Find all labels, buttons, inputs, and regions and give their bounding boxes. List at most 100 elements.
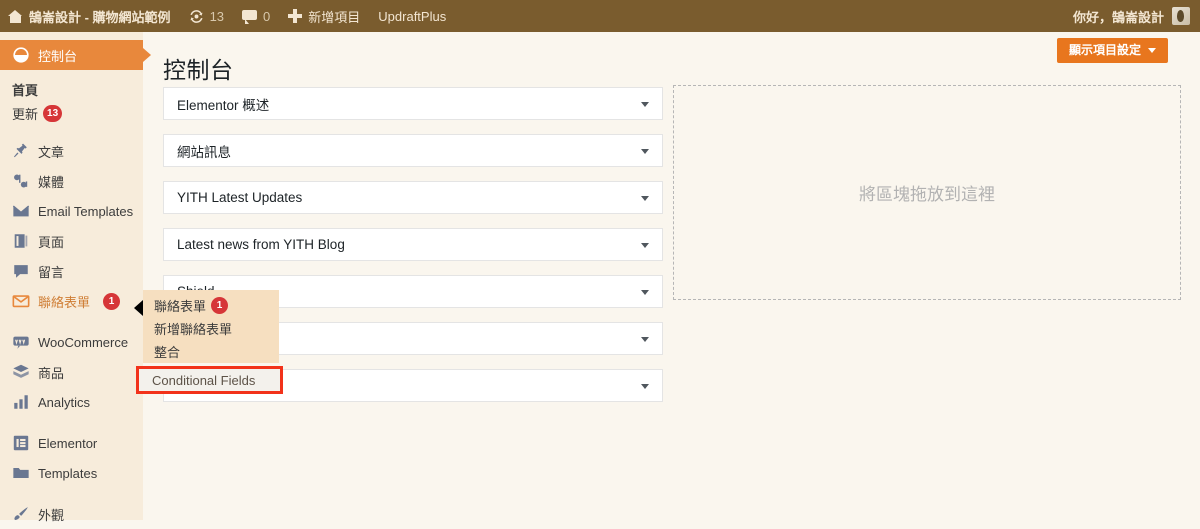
avatar bbox=[1172, 7, 1190, 25]
sidebar-item-comments[interactable]: 留言 bbox=[0, 256, 143, 286]
sidebar-item-woocommerce[interactable]: WooCommerce bbox=[0, 327, 143, 357]
sidebar-item-label: 外觀 bbox=[38, 507, 65, 523]
chevron-down-icon[interactable] bbox=[641, 243, 649, 248]
submenu-item-label: 新增聯絡表單 bbox=[154, 322, 233, 337]
sidebar-subitem-home[interactable]: 首頁 bbox=[0, 77, 143, 101]
submenu-badge: 1 bbox=[211, 297, 229, 314]
chevron-down-icon bbox=[1148, 47, 1156, 53]
sidebar-item-appearance[interactable]: 外觀 bbox=[0, 499, 143, 529]
sidebar-item-products[interactable]: 商品 bbox=[0, 357, 143, 387]
elementor-icon bbox=[12, 434, 30, 452]
pages-icon bbox=[12, 232, 30, 250]
sidebar-item-analytics[interactable]: Analytics bbox=[0, 387, 143, 417]
home-icon bbox=[8, 9, 23, 24]
plus-icon bbox=[288, 9, 303, 23]
submenu-item-conditional-fields[interactable]: Conditional Fields bbox=[136, 366, 283, 394]
chevron-down-icon[interactable] bbox=[641, 196, 649, 201]
dropzone-label: 將區塊拖放到這裡 bbox=[859, 185, 995, 204]
page-title: 控制台 bbox=[163, 57, 234, 83]
adminbar-new-content[interactable]: 新增項目 bbox=[279, 0, 369, 32]
updates-badge: 13 bbox=[43, 104, 63, 122]
sidebar-item-templates[interactable]: Templates bbox=[0, 458, 143, 488]
analytics-bars-icon bbox=[12, 393, 30, 411]
widget-elementor-overview[interactable]: Elementor 概述 bbox=[163, 87, 663, 120]
sidebar-divider bbox=[0, 488, 143, 499]
submenu-item-label: Conditional Fields bbox=[152, 372, 256, 388]
adminbar-site-name[interactable]: 鵠崙設計 - 購物網站範例 bbox=[0, 0, 180, 32]
contact-form-icon bbox=[12, 292, 30, 310]
sidebar-item-contact-form[interactable]: 聯絡表單 1 bbox=[0, 286, 143, 316]
appearance-brush-icon bbox=[12, 505, 30, 523]
folder-icon bbox=[12, 464, 30, 482]
submenu-item-add-new-form[interactable]: 新增聯絡表單 bbox=[143, 317, 279, 340]
sidebar-item-elementor[interactable]: Elementor bbox=[0, 428, 143, 458]
sidebar-item-pages[interactable]: 頁面 bbox=[0, 226, 143, 256]
submenu-item-contact-forms[interactable]: 聯絡表單 1 bbox=[143, 294, 279, 317]
flyout-pointer-icon bbox=[134, 300, 143, 316]
sidebar-subitem-label: 首頁 bbox=[12, 82, 39, 98]
updates-count: 13 bbox=[209, 8, 225, 24]
adminbar-updraftplus[interactable]: UpdraftPlus bbox=[369, 0, 455, 32]
admin-sidebar-menu: 控制台 首頁 更新 13 文章 媒體 Email Templates 頁面 留言… bbox=[0, 32, 151, 523]
widget-yith-latest-updates[interactable]: YITH Latest Updates bbox=[163, 181, 663, 214]
comments-count: 0 bbox=[263, 8, 271, 24]
sidebar-subitem-updates[interactable]: 更新 13 bbox=[0, 101, 143, 125]
widget-title: 網站訊息 bbox=[177, 144, 231, 160]
dashboard-content: 顯示項目設定 控制台 Elementor 概述 網站訊息 YITH Latest… bbox=[143, 32, 1200, 520]
widget-site-health[interactable]: 網站訊息 bbox=[163, 134, 663, 167]
site-title-label: 鵠崙設計 - 購物網站範例 bbox=[29, 9, 171, 25]
updates-icon bbox=[189, 9, 204, 24]
sidebar-divider bbox=[0, 125, 143, 136]
sidebar-divider bbox=[0, 417, 143, 428]
envelope-icon bbox=[12, 202, 30, 220]
sidebar-item-label: 頁面 bbox=[38, 234, 65, 250]
screen-options-button[interactable]: 顯示項目設定 bbox=[1056, 38, 1168, 63]
updraftplus-label: UpdraftPlus bbox=[378, 8, 447, 24]
chevron-down-icon[interactable] bbox=[641, 384, 649, 389]
woocommerce-icon bbox=[12, 333, 30, 351]
widget-yith-blog-news[interactable]: Latest news from YITH Blog bbox=[163, 228, 663, 261]
adminbar-my-account[interactable]: 你好，鵠崙設計 bbox=[1073, 7, 1200, 26]
sidebar-item-label: WooCommerce bbox=[38, 334, 129, 350]
sidebar-item-label: 媒體 bbox=[38, 174, 65, 190]
widget-title: Elementor 概述 bbox=[177, 97, 270, 113]
screen-options-label: 顯示項目設定 bbox=[1068, 43, 1141, 57]
sidebar-item-label: 控制台 bbox=[38, 48, 78, 64]
adminbar-comments[interactable]: 0 bbox=[233, 0, 279, 32]
sidebar-item-posts[interactable]: 文章 bbox=[0, 136, 143, 166]
widget-dropzone[interactable]: 將區塊拖放到這裡 bbox=[673, 85, 1181, 300]
widget-title: Latest news from YITH Blog bbox=[177, 237, 345, 252]
admin-bar: 鵠崙設計 - 購物網站範例 13 0 新增項目 UpdraftPlus 你好，鵠… bbox=[0, 0, 1200, 32]
submenu-item-label: 聯絡表單 bbox=[154, 299, 207, 314]
chevron-down-icon[interactable] bbox=[641, 290, 649, 295]
sidebar-item-media[interactable]: 媒體 bbox=[0, 166, 143, 196]
comment-icon bbox=[12, 262, 30, 280]
sidebar-divider bbox=[0, 316, 143, 327]
contact-form-badge: 1 bbox=[103, 292, 121, 310]
widget-title: YITH Latest Updates bbox=[177, 190, 303, 205]
sidebar-item-label: Email Templates bbox=[38, 203, 134, 219]
sidebar-item-label: Templates bbox=[38, 465, 98, 481]
chevron-down-icon[interactable] bbox=[641, 149, 649, 154]
dashboard-icon bbox=[12, 46, 30, 64]
chevron-down-icon[interactable] bbox=[641, 102, 649, 107]
submenu-item-integration[interactable]: 整合 bbox=[143, 340, 279, 363]
chevron-down-icon[interactable] bbox=[641, 337, 649, 342]
sidebar-item-label: 文章 bbox=[38, 144, 65, 160]
adminbar-updates[interactable]: 13 bbox=[180, 0, 233, 32]
sidebar-item-dashboard[interactable]: 控制台 bbox=[0, 40, 151, 70]
sidebar-item-label: 留言 bbox=[38, 264, 65, 280]
contact-form-submenu: 聯絡表單 1 新增聯絡表單 整合 bbox=[143, 290, 279, 363]
sidebar-item-label: Elementor bbox=[38, 435, 98, 451]
new-content-label: 新增項目 bbox=[308, 9, 361, 25]
submenu-item-label: 整合 bbox=[154, 345, 181, 360]
media-icon bbox=[12, 172, 30, 190]
comments-icon bbox=[242, 9, 258, 24]
greeting-label: 你好，鵠崙設計 bbox=[1072, 9, 1164, 25]
sidebar-item-email-templates[interactable]: Email Templates bbox=[0, 196, 143, 226]
posts-pin-icon bbox=[12, 142, 30, 160]
sidebar-item-label: Analytics bbox=[38, 394, 91, 410]
products-box-icon bbox=[12, 363, 30, 381]
sidebar-item-label: 聯絡表單 bbox=[38, 294, 91, 310]
sidebar-item-label: 商品 bbox=[38, 365, 65, 381]
